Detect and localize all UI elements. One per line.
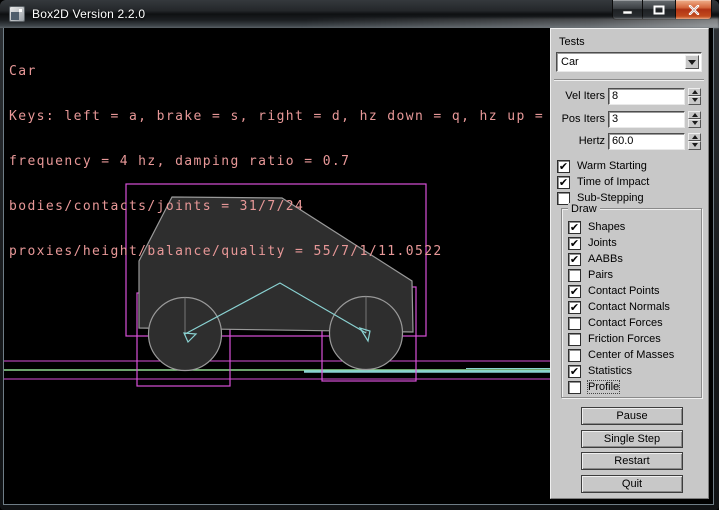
vel-iters-spinner xyxy=(688,88,701,105)
maximize-icon xyxy=(653,5,665,15)
spinner-down-icon xyxy=(692,98,698,102)
pos-iters-spinner xyxy=(688,111,701,128)
checkbox-label[interactable]: Contact Normals xyxy=(588,301,670,313)
checkbox-box[interactable] xyxy=(568,333,581,346)
spinner-down-icon xyxy=(692,143,698,147)
tests-combobox[interactable]: Car xyxy=(556,52,702,72)
pos-iters-label: Pos Iters xyxy=(551,113,605,125)
checkbox-statistics[interactable]: ✔ Statistics xyxy=(568,364,632,378)
minimize-button[interactable] xyxy=(612,0,643,20)
simulation-canvas[interactable]: Car Keys: left = a, brake = s, right = d… xyxy=(4,28,550,503)
checkbox-box[interactable]: ✔ xyxy=(568,365,581,378)
restart-button[interactable]: Restart xyxy=(581,452,683,470)
spinner-up-icon xyxy=(692,113,698,117)
checkbox-box[interactable] xyxy=(568,317,581,330)
checkbox-label[interactable]: Time of Impact xyxy=(577,176,649,188)
vel-iters-label: Vel Iters xyxy=(551,90,605,102)
pos-iters-input[interactable] xyxy=(608,111,685,128)
checkbox-label[interactable]: Joints xyxy=(588,237,617,249)
panel-separator xyxy=(554,79,704,81)
spinner-up-icon xyxy=(692,135,698,139)
checkbox-label[interactable]: Shapes xyxy=(588,221,625,233)
vel-iters-row: Vel Iters xyxy=(551,87,701,105)
draw-groupbox: Draw ✔ Shapes ✔ Joints ✔ AABBs Pairs xyxy=(561,208,702,398)
single-step-button[interactable]: Single Step xyxy=(581,430,683,448)
checkbox-profile[interactable]: Profile xyxy=(568,380,619,394)
title-bar[interactable]: Box2D Version 2.2.0 xyxy=(0,0,719,28)
tests-combobox-value: Car xyxy=(561,56,579,68)
checkbox-box[interactable]: ✔ xyxy=(557,160,570,173)
checkbox-box[interactable]: ✔ xyxy=(568,253,581,266)
checkbox-box[interactable] xyxy=(568,349,581,362)
window-title: Box2D Version 2.2.0 xyxy=(32,7,145,21)
checkbox-box[interactable] xyxy=(568,381,581,394)
app-icon-glyph xyxy=(11,12,19,20)
hertz-spin-up-button[interactable] xyxy=(688,133,701,142)
pos-iters-spin-down-button[interactable] xyxy=(688,119,701,128)
pos-iters-spin-up-button[interactable] xyxy=(688,111,701,120)
checkbox-label[interactable]: AABBs xyxy=(588,253,623,265)
checkbox-box[interactable]: ✔ xyxy=(568,237,581,250)
checkbox-label[interactable]: Friction Forces xyxy=(588,333,661,345)
pause-button[interactable]: Pause xyxy=(581,407,683,425)
stat-line-test-name: Car xyxy=(9,64,563,79)
app-window: Box2D Version 2.2.0 xyxy=(0,0,719,510)
hertz-spin-down-button[interactable] xyxy=(688,141,701,150)
minimize-icon xyxy=(622,5,634,14)
pos-iters-row: Pos Iters xyxy=(551,110,701,128)
vel-iters-spin-down-button[interactable] xyxy=(688,96,701,105)
caption-buttons xyxy=(612,0,712,21)
checkbox-contact-points[interactable]: ✔ Contact Points xyxy=(568,284,660,298)
checkbox-box[interactable]: ✔ xyxy=(557,176,570,189)
checkbox-label[interactable]: Profile xyxy=(588,381,619,393)
quit-button[interactable]: Quit xyxy=(581,475,683,493)
checkbox-pairs[interactable]: Pairs xyxy=(568,268,613,282)
app-icon[interactable] xyxy=(9,6,25,22)
checkbox-label[interactable]: Contact Forces xyxy=(588,317,663,329)
vel-iters-input[interactable] xyxy=(608,88,685,105)
checkbox-joints[interactable]: ✔ Joints xyxy=(568,236,617,250)
checkbox-shapes[interactable]: ✔ Shapes xyxy=(568,220,625,234)
checkbox-warm-starting[interactable]: ✔ Warm Starting xyxy=(557,159,647,173)
checkbox-box[interactable]: ✔ xyxy=(568,301,581,314)
close-icon xyxy=(688,5,700,15)
spinner-down-icon xyxy=(692,121,698,125)
checkbox-contact-normals[interactable]: ✔ Contact Normals xyxy=(568,300,670,314)
checkbox-label[interactable]: Center of Masses xyxy=(588,349,674,361)
checkbox-label[interactable]: Warm Starting xyxy=(577,160,647,172)
maximize-button[interactable] xyxy=(643,0,675,20)
close-button[interactable] xyxy=(675,0,712,20)
client-area: Car Keys: left = a, brake = s, right = d… xyxy=(3,28,714,505)
checkbox-center-of-masses[interactable]: Center of Masses xyxy=(568,348,674,362)
checkbox-box[interactable]: ✔ xyxy=(568,221,581,234)
checkbox-label[interactable]: Contact Points xyxy=(588,285,660,297)
checkbox-box[interactable]: ✔ xyxy=(568,285,581,298)
stat-line-bodies: bodies/contacts/joints = 31/7/24 xyxy=(9,199,563,214)
checkbox-friction-forces[interactable]: Friction Forces xyxy=(568,332,661,346)
stat-line-proxies: proxies/height/balance/quality = 55/7/1/… xyxy=(9,244,563,259)
checkbox-contact-forces[interactable]: Contact Forces xyxy=(568,316,663,330)
chevron-down-icon xyxy=(688,60,696,65)
tests-label: Tests xyxy=(559,36,585,48)
checkbox-aabbs[interactable]: ✔ AABBs xyxy=(568,252,623,266)
spinner-up-icon xyxy=(692,90,698,94)
stat-line-keys: Keys: left = a, brake = s, right = d, hz… xyxy=(9,109,563,124)
checkbox-time-of-impact[interactable]: ✔ Time of Impact xyxy=(557,175,649,189)
checkbox-label[interactable]: Pairs xyxy=(588,269,613,281)
combo-arrow-button[interactable] xyxy=(685,55,699,69)
hertz-row: Hertz xyxy=(551,132,701,150)
vel-iters-spin-up-button[interactable] xyxy=(688,88,701,97)
control-panel: Tests Car Vel Iters Pos Iters xyxy=(550,28,709,499)
hertz-spinner xyxy=(688,133,701,150)
hertz-input[interactable] xyxy=(608,133,685,150)
draw-group-label: Draw xyxy=(568,203,600,215)
checkbox-box[interactable] xyxy=(568,269,581,282)
stat-line-frequency: frequency = 4 hz, damping ratio = 0.7 xyxy=(9,154,563,169)
stats-overlay: Car Keys: left = a, brake = s, right = d… xyxy=(9,34,563,289)
checkbox-label[interactable]: Statistics xyxy=(588,365,632,377)
hertz-label: Hertz xyxy=(551,135,605,147)
